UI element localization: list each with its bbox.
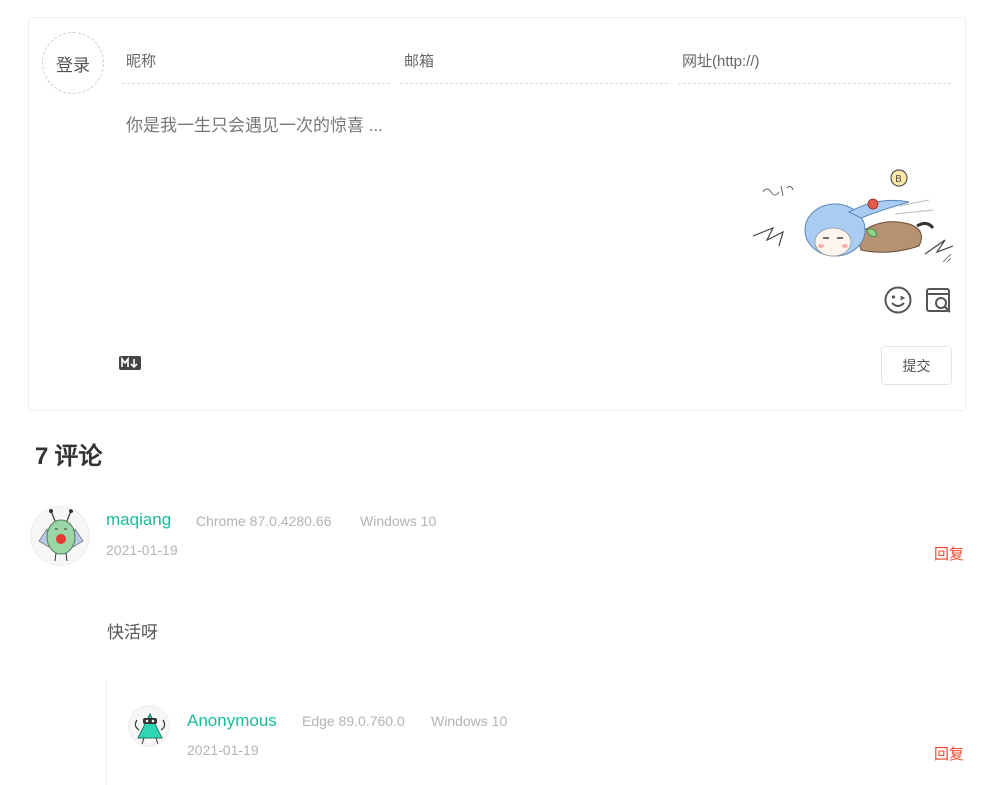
comment-date: 2021-01-19 [106, 542, 178, 558]
comments-count: 7 [35, 443, 49, 470]
login-button[interactable]: 登录 [42, 32, 104, 94]
preview-icon[interactable] [923, 284, 955, 316]
comment-date: 2021-01-19 [187, 742, 259, 758]
avatar[interactable] [128, 705, 170, 747]
email-field[interactable] [400, 40, 668, 84]
comment-nickname[interactable]: Anonymous [187, 711, 277, 731]
avatar[interactable] [30, 506, 90, 566]
avatar-image [134, 712, 166, 745]
emoji-icon[interactable] [882, 284, 914, 316]
comment-os: Windows 10 [431, 713, 508, 729]
svg-text:B: B [895, 174, 902, 185]
resize-grip-icon[interactable] [941, 252, 951, 262]
anime-character-illustration: B [752, 169, 953, 257]
reply-thread-line [106, 680, 107, 785]
comment-browser: Chrome 87.0.4280.66 [196, 513, 332, 529]
nickname-field[interactable] [122, 40, 390, 84]
reply-button[interactable]: 回复 [934, 743, 964, 764]
reply-button[interactable]: 回复 [934, 543, 964, 564]
submit-button[interactable]: 提交 [881, 346, 952, 385]
website-field[interactable] [678, 40, 951, 84]
avatar-image [38, 509, 84, 562]
comment-content: 快活呀 [107, 623, 158, 642]
markdown-icon[interactable] [119, 356, 141, 370]
comments-count-heading: 7 评论 [35, 436, 102, 471]
comment-browser: Edge 89.0.760.0 [302, 713, 405, 729]
comment-os: Windows 10 [360, 513, 437, 529]
comment-nickname[interactable]: maqiang [106, 510, 171, 530]
comments-count-label: 评论 [54, 443, 103, 470]
comment-form: 登录 B [28, 17, 966, 411]
